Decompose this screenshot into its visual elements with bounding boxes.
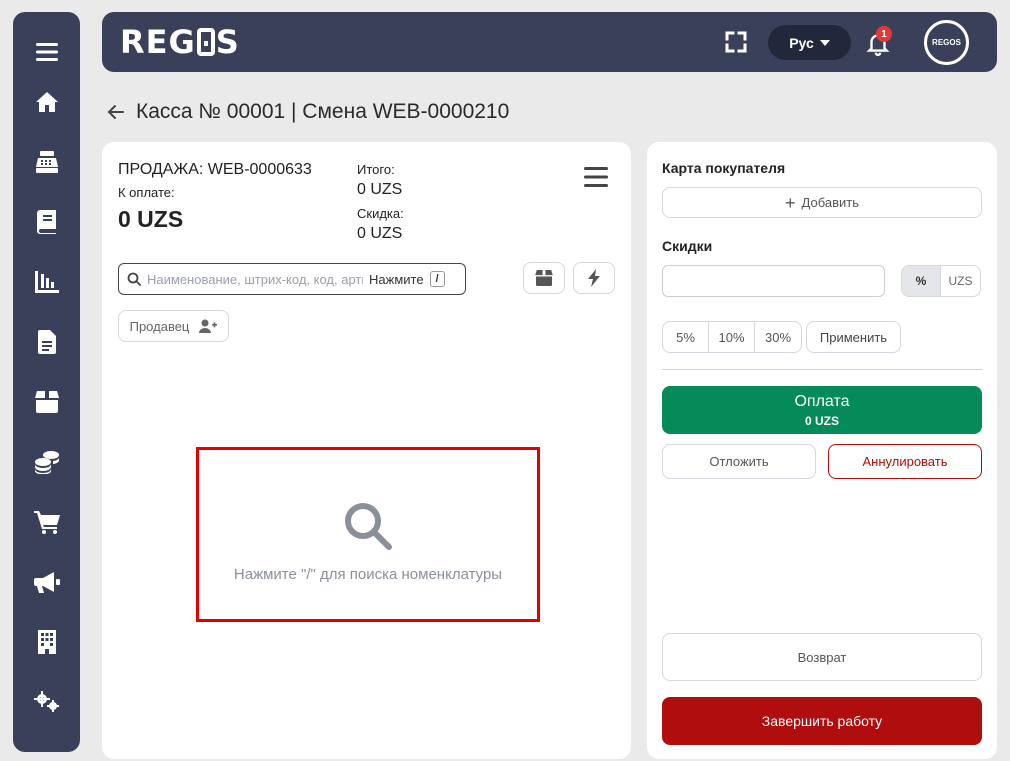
search-hint: Нажмите xyxy=(369,271,424,287)
sidebar-item-documents[interactable] xyxy=(13,322,80,362)
notification-badge: 1 xyxy=(876,26,892,42)
megaphone-icon xyxy=(33,572,60,593)
pay-label: Оплата xyxy=(794,392,850,410)
sidebar-item-settings[interactable] xyxy=(13,682,80,722)
total-label: Итого: xyxy=(357,162,395,177)
sidebar-item-finance[interactable] xyxy=(13,442,80,482)
regos-logo[interactable]: REG S xyxy=(120,25,240,59)
chevron-down-icon xyxy=(819,39,830,46)
pay-button[interactable]: Оплата 0 UZS xyxy=(662,386,982,434)
sidebar-item-companies[interactable] xyxy=(13,622,80,662)
sidebar-item-sales[interactable] xyxy=(13,502,80,542)
discount-preset-30[interactable]: 30% xyxy=(755,322,801,352)
settings-icon xyxy=(33,691,59,712)
discount-preset-5[interactable]: 5% xyxy=(663,322,709,352)
cancel-sale-button[interactable]: Аннулировать xyxy=(828,444,982,479)
sidebar-item-home[interactable] xyxy=(13,82,80,122)
box-icon xyxy=(535,270,553,286)
discount-presets: 5% 10% 30% xyxy=(662,321,802,353)
document-icon xyxy=(37,330,56,354)
fullscreen-icon[interactable] xyxy=(724,30,748,54)
empty-search-state: Нажмите "/" для поиска номенклатуры xyxy=(196,447,540,622)
seller-label: Продавец xyxy=(129,318,190,334)
language-selector[interactable]: Рус xyxy=(768,25,851,60)
search-icon xyxy=(127,272,141,286)
discount-input[interactable] xyxy=(662,265,885,297)
add-customer-card-label: Добавить xyxy=(801,195,859,210)
checkout-panel: Карта покупателя + Добавить Скидки % UZS… xyxy=(647,142,997,759)
language-label: Рус xyxy=(789,34,814,51)
sale-panel: ПРОДАЖА: WEB-0000633 К оплате: 0 UZS Ито… xyxy=(102,142,631,759)
to-pay-label: К оплате: xyxy=(118,185,175,200)
coins-icon xyxy=(34,451,59,474)
plus-icon: + xyxy=(785,192,796,213)
page-title: Касса № 00001 | Смена WEB-0000210 xyxy=(136,100,510,123)
seller-button[interactable]: Продавец xyxy=(118,310,229,342)
sidebar xyxy=(13,12,80,752)
sale-menu-icon[interactable] xyxy=(584,166,608,188)
sidebar-item-marketing[interactable] xyxy=(13,562,80,602)
top-bar: REG S Рус 1 REGOS xyxy=(102,12,997,72)
chart-icon xyxy=(34,271,59,293)
product-search-box: Нажмите / xyxy=(118,263,466,295)
sidebar-item-cash-register[interactable] xyxy=(13,142,80,182)
divider xyxy=(662,369,982,370)
discount-value: 0 UZS xyxy=(357,225,403,242)
box-button[interactable] xyxy=(523,262,565,294)
box-icon xyxy=(34,391,59,413)
user-avatar[interactable]: REGOS xyxy=(924,20,969,65)
customer-card-label: Карта покупателя xyxy=(662,160,786,176)
add-user-icon xyxy=(199,319,218,333)
book-icon xyxy=(36,210,56,234)
discounts-label: Скидки xyxy=(662,238,713,254)
home-icon xyxy=(35,92,58,112)
to-pay-value: 0 UZS xyxy=(118,206,184,232)
add-customer-card-button[interactable]: + Добавить xyxy=(662,187,982,218)
total-value: 0 UZS xyxy=(357,181,403,198)
sale-number: ПРОДАЖА: WEB-0000633 xyxy=(118,161,312,178)
sidebar-item-warehouse[interactable] xyxy=(13,382,80,422)
cash-register-icon xyxy=(35,151,58,173)
discount-mode-percent[interactable]: % xyxy=(901,265,941,297)
finish-shift-button[interactable]: Завершить работу xyxy=(662,697,982,745)
apply-discount-button[interactable]: Применить xyxy=(806,321,901,353)
sidebar-item-reports[interactable] xyxy=(13,262,80,302)
building-icon xyxy=(37,630,56,654)
pay-amount: 0 UZS xyxy=(804,413,839,428)
discount-mode-currency[interactable]: UZS xyxy=(940,265,981,297)
search-icon xyxy=(345,503,392,550)
quick-action-button[interactable] xyxy=(573,262,615,294)
back-arrow-icon[interactable] xyxy=(106,102,126,122)
empty-state-text: Нажмите "/" для поиска номенклатуры xyxy=(233,566,503,583)
discount-label: Скидка: xyxy=(357,206,404,221)
lightning-icon xyxy=(588,269,600,287)
postpone-button[interactable]: Отложить xyxy=(662,444,816,479)
return-button[interactable]: Возврат xyxy=(662,633,982,681)
menu-icon xyxy=(35,43,58,61)
search-shortcut-key: / xyxy=(429,271,445,287)
cart-icon xyxy=(33,511,60,534)
sidebar-menu-toggle[interactable] xyxy=(13,32,80,72)
sidebar-item-catalog[interactable] xyxy=(13,202,80,242)
discount-preset-10[interactable]: 10% xyxy=(709,322,755,352)
product-search-input[interactable] xyxy=(147,271,363,287)
